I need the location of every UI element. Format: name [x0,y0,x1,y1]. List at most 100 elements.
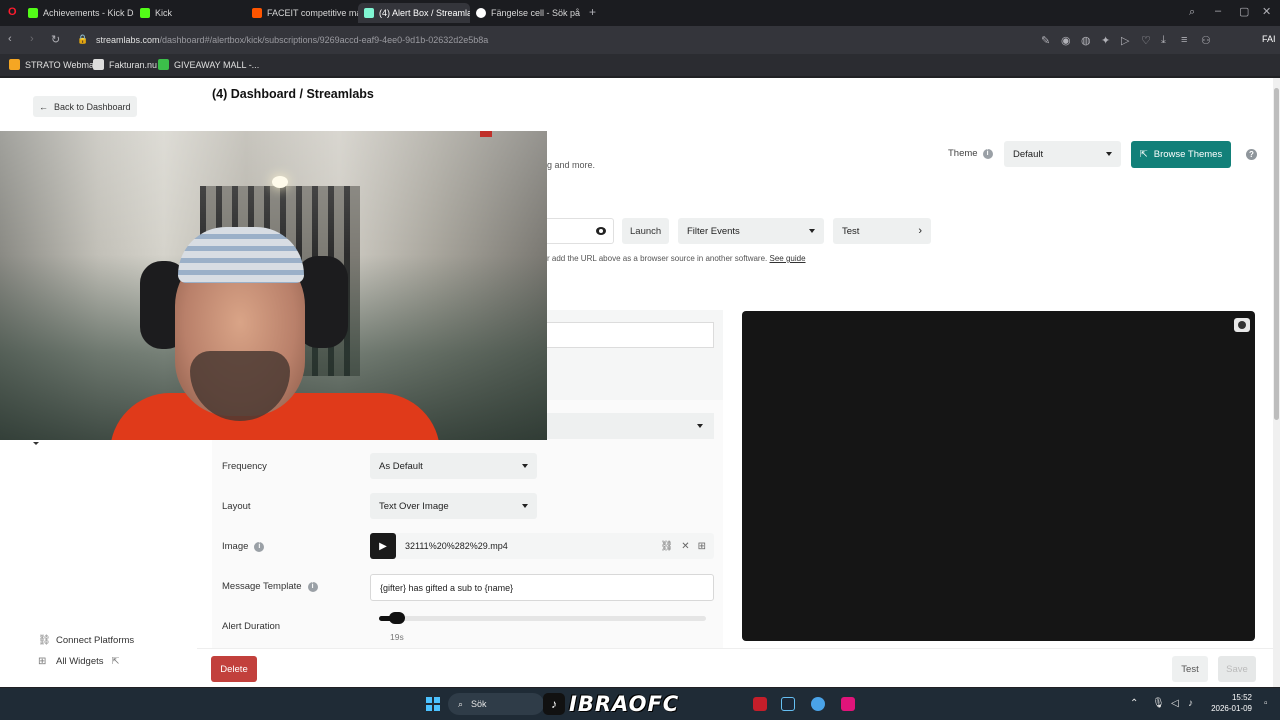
connect-platforms-link[interactable]: ⛓ Connect Platforms [38,635,134,646]
red-marker [480,131,492,137]
alert-duration-handle[interactable] [389,612,405,624]
search-tabs-icon[interactable]: ⌕ [1189,6,1195,19]
info-icon[interactable]: i [982,148,993,159]
bookmark-fakturan[interactable]: Fakturan.nu [93,59,157,70]
steam-icon[interactable] [781,697,795,711]
tab-streamlabs-alertbox[interactable]: (4) Alert Box / Streamlabs [358,3,470,23]
video-file-icon: ▶ [370,533,396,559]
camera-icon[interactable]: ◉ [1061,34,1071,47]
search-label: Sök [471,699,487,709]
chevron-down-icon [809,229,815,233]
link-icon[interactable]: ⛓ [661,541,674,552]
name-input[interactable] [547,322,714,348]
address-bar: ‹ › ↻ 🔒 streamlabs.com/dashboard#/alertb… [0,26,1280,54]
tab-label: Achievements - Kick Dash [43,8,134,18]
eye-icon[interactable] [596,227,606,235]
url-field[interactable]: streamlabs.com/dashboard#/alertbox/kick/… [96,35,488,45]
external-link-icon: ⇱ [111,656,120,667]
hint-text: r add the URL above as a browser source … [547,254,768,263]
lock-icon: 🔒 [77,34,89,44]
maximize-icon[interactable]: ▢ [1239,5,1249,18]
taskbar-search[interactable]: ⌕ Sök [448,693,544,715]
info-icon[interactable]: i [307,581,318,592]
bookmark-giveaway-mall[interactable]: GIVEAWAY MALL -... [158,59,259,70]
heart-icon[interactable]: ♡ [1141,34,1151,47]
minimize-icon[interactable]: – [1215,5,1221,17]
opera-logo-icon[interactable]: O [8,6,17,18]
variation-select[interactable] [547,413,714,439]
download-icon[interactable]: ⤓ [1161,34,1166,47]
taskbar-app-icon[interactable] [841,697,855,711]
test-dropdown-label: Test [842,225,860,237]
windows-start-icon[interactable] [426,697,440,711]
grid-icon[interactable]: ⊞ [698,541,706,552]
layout-value: Text Over Image [379,500,449,512]
close-icon[interactable]: ✕ [681,541,689,552]
webcam-overlay [0,131,547,440]
frequency-value: As Default [379,460,423,472]
back-label: Back to Dashboard [54,101,131,112]
image-label-text: Image [222,541,249,552]
speaker-icon[interactable]: ◁ [1171,698,1179,709]
alert-duration-label: Alert Duration [222,621,281,632]
layout-select[interactable]: Text Over Image [370,493,537,519]
extension-icon[interactable]: ✦ [1101,34,1110,47]
kick-favicon-icon [28,8,38,18]
tab-kick[interactable]: Kick [134,3,244,23]
link-icon: ⛓ [38,635,51,646]
external-link-icon: ⇱ [1139,149,1148,160]
browse-themes-label: Browse Themes [1153,149,1223,160]
microphone-icon[interactable]: 🎙 [1152,698,1165,709]
all-widgets-link[interactable]: ⊞ All Widgets ⇱ [38,656,119,667]
help-icon[interactable]: ? [1246,149,1257,160]
delete-button[interactable]: Delete [211,656,257,682]
streamer-brand-overlay: ♪ IBRAOFC [543,689,679,719]
preview-info-icon[interactable] [1234,318,1250,332]
profile-icon[interactable]: ⚇ [1201,34,1211,47]
theme-label: Theme i [948,148,993,159]
shield-icon[interactable]: ◍ [1081,34,1091,47]
search-icon: ⌕ [458,698,464,709]
tab-achievements[interactable]: Achievements - Kick Dash [22,3,134,23]
back-to-dashboard-button[interactable]: ← Back to Dashboard [33,96,137,117]
volume-icon[interactable]: ♪ [1188,698,1193,709]
tab-google-search[interactable]: Fängelse cell - Sök på Goo [470,3,582,23]
see-guide-link[interactable]: See guide [770,254,806,263]
alert-duration-slider[interactable] [379,616,706,621]
test-dropdown[interactable]: Test › [833,218,931,244]
url-path: /dashboard#/alertbox/kick/subscriptions/… [159,35,489,45]
info-icon[interactable]: i [254,541,265,552]
play-icon[interactable]: ▷ [1121,34,1129,47]
filter-events-select[interactable]: Filter Events [678,218,824,244]
theme-select[interactable]: Default [1004,141,1121,167]
image-file-field[interactable]: ▶ 32111%20%282%29.mp4 ⛓ ✕ ⊞ [370,533,714,559]
reload-icon[interactable]: ↻ [51,33,60,46]
url-domain: streamlabs.com [96,35,160,45]
back-nav-icon[interactable]: ‹ [8,33,12,45]
edit-icon[interactable]: ✎ [1041,34,1050,47]
test-button[interactable]: Test [1172,656,1208,682]
new-tab-icon[interactable]: + [589,5,596,19]
save-button[interactable]: Save [1218,656,1256,682]
tab-label: Kick [155,8,173,18]
bookmark-strato[interactable]: STRATO Webmail [9,59,98,70]
tray-chevron-up-icon[interactable]: ⌃ [1130,698,1138,709]
menu-icon[interactable]: ≡ [1181,34,1187,46]
taskbar-app-icon[interactable] [811,697,825,711]
page-scrollbar-thumb[interactable] [1274,88,1279,420]
arrow-left-icon: ← [39,101,48,112]
taskbar-clock[interactable]: 15:52 2026-01-09 [1208,692,1252,714]
frequency-select[interactable]: As Default [370,453,537,479]
launch-button[interactable]: Launch [622,218,670,244]
taskbar-app-icon[interactable] [753,697,767,711]
browse-themes-button[interactable]: ⇱ Browse Themes [1131,141,1231,168]
notification-icon[interactable]: ▫ [1264,698,1268,709]
tab-faceit[interactable]: FACEIT competitive match [246,3,358,23]
collapse-caret-icon[interactable] [33,442,39,445]
description-text: g and more. [547,160,596,170]
forward-nav-icon[interactable]: › [30,33,34,45]
message-template-input[interactable]: {gifter} has gifted a sub to {name} [370,574,714,601]
bookmark-label: STRATO Webmail [25,59,99,70]
close-window-icon[interactable]: ✕ [1262,5,1271,18]
bookmark-label: Fakturan.nu [109,59,158,70]
